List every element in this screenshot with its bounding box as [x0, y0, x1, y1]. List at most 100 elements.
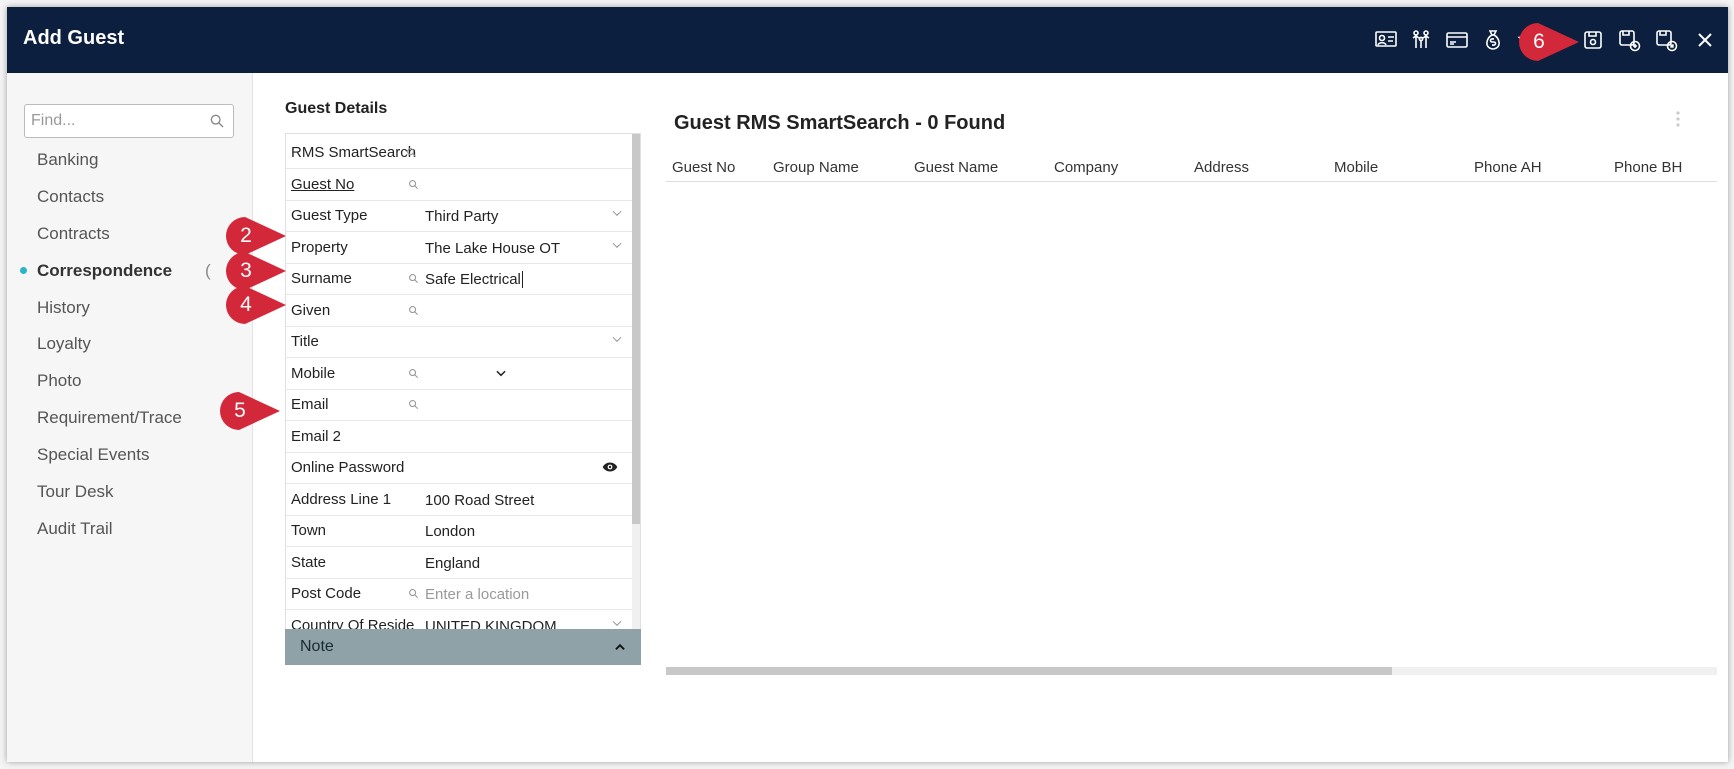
- results-scrollbar-thumb[interactable]: [666, 667, 1392, 675]
- column-header-group-name[interactable]: Group Name: [773, 159, 859, 176]
- guest-profile-icon[interactable]: [1373, 27, 1399, 53]
- field-label: State: [291, 554, 327, 571]
- field-rms-smartsearch[interactable]: RMS SmartSearch: [286, 134, 632, 169]
- field-mobile[interactable]: Mobile: [286, 355, 632, 390]
- field-label: Email 2: [291, 428, 342, 445]
- sidebar-find: [24, 104, 234, 138]
- form-scrollbar-thumb[interactable]: [632, 134, 640, 524]
- card-icon[interactable]: [1444, 27, 1470, 53]
- search-icon: [408, 271, 419, 289]
- sidebar-item-audit-trail[interactable]: Audit Trail: [37, 519, 113, 539]
- field-property[interactable]: Property The Lake House OT: [286, 229, 632, 264]
- field-label: Post Code: [291, 585, 362, 602]
- money-bag-icon[interactable]: [1480, 27, 1506, 53]
- column-header-company[interactable]: Company: [1054, 159, 1118, 176]
- chevron-down-icon[interactable]: [610, 206, 624, 225]
- field-email-2[interactable]: Email 2: [286, 418, 632, 453]
- sidebar-item-contracts[interactable]: Contracts: [37, 224, 110, 244]
- sidebar-item-banking[interactable]: Banking: [37, 150, 98, 170]
- guest-type-select[interactable]: Third Party: [425, 208, 498, 225]
- search-icon: [408, 397, 419, 415]
- active-indicator-dot: [20, 267, 27, 274]
- field-label: Town: [291, 522, 327, 539]
- field-town[interactable]: Town London: [286, 512, 632, 547]
- column-header-mobile[interactable]: Mobile: [1334, 159, 1378, 176]
- sidebar-item-correspondence[interactable]: Correspondence: [37, 261, 172, 281]
- column-header-guest-no[interactable]: Guest No: [672, 159, 735, 176]
- chevron-down-icon[interactable]: [610, 332, 624, 351]
- sidebar-item-special-events[interactable]: Special Events: [37, 445, 149, 465]
- chevron-down-icon[interactable]: [610, 238, 624, 257]
- table-header-divider: [666, 181, 1717, 182]
- column-header-phone-ah[interactable]: Phone AH: [1474, 159, 1542, 176]
- field-surname[interactable]: Surname Safe Electrical: [286, 260, 632, 295]
- sidebar-item-contacts[interactable]: Contacts: [37, 187, 104, 207]
- search-icon: [408, 303, 419, 321]
- sidebar: Banking Contacts Contracts Correspondenc…: [7, 73, 253, 762]
- field-label[interactable]: Guest No: [291, 176, 354, 193]
- town-input[interactable]: London: [425, 523, 475, 540]
- column-header-address[interactable]: Address: [1194, 159, 1249, 176]
- field-state[interactable]: State England: [286, 544, 632, 579]
- field-label: Online Password: [291, 459, 405, 476]
- field-post-code[interactable]: Post Code Enter a location: [286, 575, 632, 610]
- field-label: Property: [291, 239, 348, 256]
- close-icon[interactable]: [1692, 27, 1718, 53]
- property-select[interactable]: The Lake House OT: [425, 240, 560, 257]
- callout-2: 2: [225, 216, 287, 256]
- field-label: Surname: [291, 270, 352, 287]
- country-code-chevron-icon[interactable]: [494, 366, 508, 385]
- sidebar-item-photo[interactable]: Photo: [37, 371, 81, 391]
- callout-6: 6: [1518, 22, 1580, 62]
- field-label: Mobile: [291, 365, 336, 382]
- field-guest-no[interactable]: Guest No: [286, 166, 632, 201]
- add-guest-window: Add Guest Find... Banking Contacts Contr…: [7, 7, 1728, 762]
- chevron-up-icon[interactable]: [613, 640, 627, 659]
- sidebar-item-loyalty[interactable]: Loyalty: [37, 334, 91, 354]
- surname-input[interactable]: Safe Electrical: [425, 271, 523, 288]
- eye-icon[interactable]: [602, 460, 618, 478]
- field-online-password[interactable]: Online Password: [286, 449, 632, 484]
- callout-number: 2: [240, 224, 252, 247]
- post-code-input[interactable]: Enter a location: [425, 586, 529, 603]
- save-and-close-icon[interactable]: [1653, 27, 1679, 53]
- field-label: Email: [291, 396, 329, 413]
- field-address-line-1[interactable]: Address Line 1 100 Road Street: [286, 481, 632, 516]
- save-icon[interactable]: [1580, 27, 1606, 53]
- column-header-guest-name[interactable]: Guest Name: [914, 159, 998, 176]
- callout-number: 4: [240, 293, 252, 316]
- results-scrollbar[interactable]: [666, 667, 1717, 675]
- callout-number: 5: [234, 399, 246, 422]
- field-email[interactable]: Email: [286, 386, 632, 421]
- sidebar-item-history[interactable]: History: [37, 298, 90, 318]
- field-title[interactable]: Title: [286, 323, 632, 358]
- results-title: Guest RMS SmartSearch - 0 Found: [674, 112, 1006, 134]
- field-country-of-residence[interactable]: Country Of Reside UNITED KINGDOM: [286, 607, 632, 630]
- callout-5: 5: [219, 391, 281, 431]
- search-icon[interactable]: [209, 113, 225, 134]
- search-icon: [408, 366, 419, 384]
- state-input[interactable]: England: [425, 555, 480, 572]
- save-and-add-icon[interactable]: [1616, 27, 1642, 53]
- field-label: Guest Type: [291, 207, 368, 224]
- field-given[interactable]: Given: [286, 292, 632, 327]
- field-label: Given: [291, 302, 331, 319]
- sidebar-item-tour-desk[interactable]: Tour Desk: [37, 482, 114, 502]
- address-line-1-input[interactable]: 100 Road Street: [425, 492, 534, 509]
- note-label: Note: [300, 638, 334, 655]
- find-input[interactable]: [31, 105, 201, 137]
- guest-details-form: RMS SmartSearch Guest No Guest Type Thir…: [285, 133, 641, 631]
- sidebar-item-truncated-badge: (: [205, 261, 211, 280]
- form-scrollbar[interactable]: [632, 134, 640, 630]
- callout-number: 6: [1533, 30, 1545, 53]
- column-header-phone-bh[interactable]: Phone BH: [1614, 159, 1682, 176]
- field-label: Address Line 1: [291, 491, 392, 508]
- more-options-icon[interactable]: [1675, 110, 1681, 133]
- search-icon: [408, 177, 419, 195]
- field-label: Title: [291, 333, 319, 350]
- note-bar[interactable]: Note: [285, 629, 641, 665]
- sidebar-item-requirement-trace[interactable]: Requirement/Trace: [37, 408, 182, 428]
- family-icon[interactable]: [1408, 27, 1434, 53]
- field-label: RMS SmartSearch: [291, 144, 417, 161]
- field-guest-type[interactable]: Guest Type Third Party: [286, 197, 632, 232]
